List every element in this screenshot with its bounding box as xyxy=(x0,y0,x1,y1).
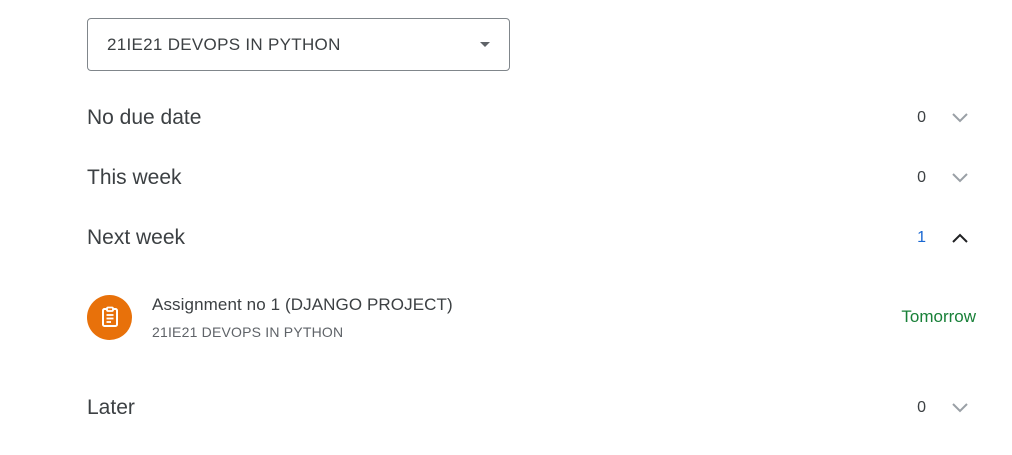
section-title: No due date xyxy=(87,106,202,129)
section-next-week[interactable]: Next week 1 xyxy=(87,218,976,258)
section-count: 0 xyxy=(917,109,926,126)
section-this-week[interactable]: This week 0 xyxy=(87,158,976,198)
assignment-class-name: 21IE21 DEVOPS IN PYTHON xyxy=(152,323,344,340)
assignment-text: Assignment no 1 (DJANGO PROJECT) 21IE21 … xyxy=(152,295,901,340)
arrow-drop-down-icon xyxy=(480,42,490,47)
section-title: Later xyxy=(87,396,135,419)
class-filter-value: 21IE21 DEVOPS IN PYTHON xyxy=(107,34,341,54)
assignment-icon xyxy=(87,294,132,340)
section-count: 0 xyxy=(917,169,926,186)
section-title: This week xyxy=(87,166,182,189)
assignment-title: Assignment no 1 (DJANGO PROJECT) xyxy=(152,294,453,314)
section-count: 0 xyxy=(917,399,926,416)
section-title: Next week xyxy=(87,226,186,249)
assignment-due-date: Tomorrow xyxy=(901,307,976,326)
section-no-due-date[interactable]: No due date 0 xyxy=(87,98,976,138)
chevron-down-icon[interactable] xyxy=(944,162,976,194)
class-filter-dropdown[interactable]: 21IE21 DEVOPS IN PYTHON xyxy=(87,18,510,71)
assignment-item[interactable]: Assignment no 1 (DJANGO PROJECT) 21IE21 … xyxy=(87,290,976,344)
chevron-down-icon[interactable] xyxy=(944,102,976,134)
chevron-down-icon[interactable] xyxy=(944,392,976,424)
section-count: 1 xyxy=(917,229,926,246)
todo-page: 21IE21 DEVOPS IN PYTHON No due date 0 Th… xyxy=(0,0,1012,455)
chevron-up-icon[interactable] xyxy=(944,222,976,254)
section-later[interactable]: Later 0 xyxy=(87,388,976,428)
